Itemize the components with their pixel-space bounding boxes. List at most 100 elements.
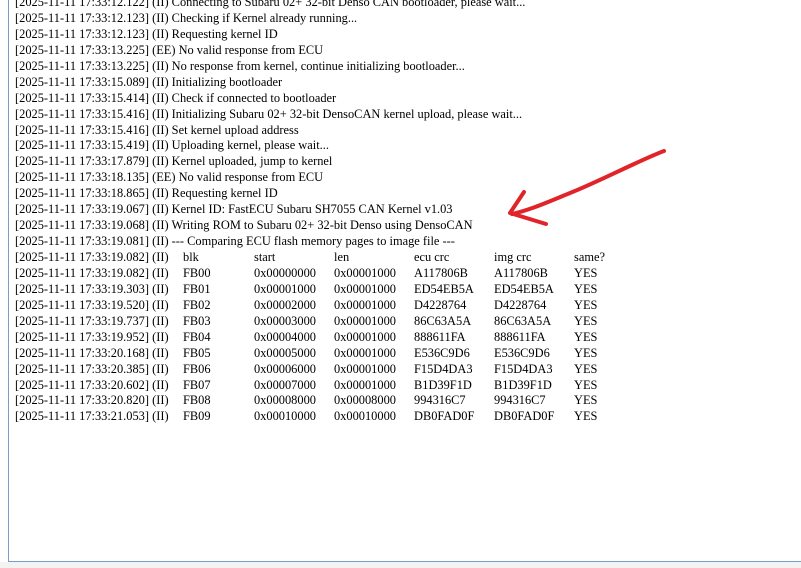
cell-same: YES [574,329,598,344]
cell-len: 0x00008000 [334,393,396,408]
compare-table-row: [2025-11-11 17:33:20.602] (II) FB07 0x00… [15,378,800,394]
cell-same: YES [574,265,598,280]
cell-len: 0x00010000 [334,409,396,424]
log-line: [2025-11-11 17:33:19.081] (II) --- Compa… [15,234,455,249]
cell-same: YES [574,313,598,328]
cell-blk: FB09 [183,409,211,424]
log-prefix: [2025-11-11 17:33:20.602] (II) [15,377,169,392]
log-line-kernel-id: [2025-11-11 17:33:19.067] (II) Kernel ID… [15,202,453,217]
cell-blk: FB01 [183,281,211,296]
compare-table-row: [2025-11-11 17:33:19.082] (II) FB00 0x00… [15,266,800,282]
cell-len: 0x00001000 [334,265,396,280]
log-prefix: [2025-11-11 17:33:21.053] (II) [15,409,169,424]
compare-table-row: [2025-11-11 17:33:20.168] (II) FB05 0x00… [15,346,800,362]
cell-start: 0x00002000 [254,297,316,312]
cell-start: 0x00004000 [254,329,316,344]
log-line: [2025-11-11 17:33:12.122] (II) Connectin… [15,0,526,9]
cell-blk: FB07 [183,377,211,392]
cell-blk: FB06 [183,361,211,376]
log-line: [2025-11-11 17:33:19.068] (II) Writing R… [15,218,473,233]
cell-start: 0x00001000 [254,281,316,296]
compare-table-row: [2025-11-11 17:33:19.303] (II) FB01 0x00… [15,282,800,298]
log-line: [2025-11-11 17:33:15.089] (II) Initializ… [15,74,283,89]
log-prefix: [2025-11-11 17:33:19.082] (II) [15,250,169,264]
cell-ecu-crc: 86C63A5A [414,313,472,328]
cell-same: YES [574,409,598,424]
compare-table-row: [2025-11-11 17:33:19.520] (II) FB02 0x00… [15,298,800,314]
cell-img-crc: 86C63A5A [494,313,552,328]
cell-ecu-crc: D4228764 [414,297,467,312]
cell-ecu-crc: ED54EB5A [414,281,474,296]
cell-start: 0x00000000 [254,265,316,280]
log-prefix: [2025-11-11 17:33:19.737] (II) [15,313,169,328]
compare-table-row: [2025-11-11 17:33:20.385] (II) FB06 0x00… [15,362,800,378]
log-prefix: [2025-11-11 17:33:19.520] (II) [15,297,169,312]
cell-len: 0x00001000 [334,361,396,376]
cell-len: 0x00001000 [334,297,396,312]
log-prefix: [2025-11-11 17:33:20.168] (II) [15,345,169,360]
cell-same: YES [574,361,598,376]
cell-blk: FB08 [183,393,211,408]
log-line: [2025-11-11 17:33:18.135] (EE) No valid … [15,170,324,185]
log-output[interactable]: [2025-11-11 17:33:12.122] (II) Connectin… [15,0,800,425]
cell-len: 0x00001000 [334,329,396,344]
cell-ecu-crc: 994316C7 [414,393,466,408]
cell-same: YES [574,393,598,408]
log-line: [2025-11-11 17:33:13.225] (EE) No valid … [15,42,324,57]
cell-ecu-crc: DB0FAD0F [414,409,475,424]
header-blk: blk [183,250,199,264]
cell-blk: FB04 [183,329,211,344]
cell-len: 0x00001000 [334,281,396,296]
log-line: [2025-11-11 17:33:18.865] (II) Requestin… [15,186,278,201]
log-line: [2025-11-11 17:33:15.419] (II) Uploading… [15,138,329,153]
cell-start: 0x00010000 [254,409,316,424]
log-frame-border-left [8,0,9,562]
log-line: [2025-11-11 17:33:12.123] (II) Checking … [15,10,358,25]
cell-same: YES [574,377,598,392]
compare-table-row: [2025-11-11 17:33:21.053] (II) FB09 0x00… [15,409,800,425]
log-prefix: [2025-11-11 17:33:19.082] (II) [15,265,169,280]
cell-img-crc: B1D39F1D [494,377,552,392]
log-line: [2025-11-11 17:33:15.414] (II) Check if … [15,90,337,105]
header-img-crc: img crc [494,250,532,264]
cell-img-crc: 994316C7 [494,393,546,408]
header-len: len [334,250,350,264]
header-ecu-crc: ecu crc [414,250,450,264]
header-same: same? [574,250,605,264]
cell-len: 0x00001000 [334,377,396,392]
compare-table-row: [2025-11-11 17:33:19.737] (II) FB03 0x00… [15,314,800,330]
log-line: [2025-11-11 17:33:15.416] (II) Initializ… [15,106,523,121]
cell-img-crc: F15D4DA3 [494,361,553,376]
cell-start: 0x00003000 [254,313,316,328]
log-prefix: [2025-11-11 17:33:19.303] (II) [15,281,169,296]
cell-ecu-crc: 888611FA [414,329,466,344]
log-window: [2025-11-11 17:33:12.122] (II) Connectin… [0,0,801,568]
cell-start: 0x00005000 [254,345,316,360]
cell-blk: FB05 [183,345,211,360]
cell-img-crc: A117806B [494,265,548,280]
log-line: [2025-11-11 17:33:17.879] (II) Kernel up… [15,154,333,169]
cell-len: 0x00001000 [334,345,396,360]
header-start: start [254,250,276,264]
cell-blk: FB03 [183,313,211,328]
cell-same: YES [574,281,598,296]
cell-img-crc: DB0FAD0F [494,409,555,424]
cell-start: 0x00006000 [254,361,316,376]
compare-table-header: [2025-11-11 17:33:19.082] (II) blk start… [15,250,800,266]
log-prefix: [2025-11-11 17:33:19.952] (II) [15,329,169,344]
cell-blk: FB02 [183,297,211,312]
log-line: [2025-11-11 17:33:15.416] (II) Set kerne… [15,122,299,137]
cell-ecu-crc: F15D4DA3 [414,361,473,376]
window-bottom-strip [0,562,801,568]
cell-start: 0x00007000 [254,377,316,392]
cell-same: YES [574,345,598,360]
cell-same: YES [574,297,598,312]
cell-img-crc: 888611FA [494,329,546,344]
cell-img-crc: ED54EB5A [494,281,554,296]
log-prefix: [2025-11-11 17:33:20.385] (II) [15,361,169,376]
cell-len: 0x00001000 [334,313,396,328]
log-line: [2025-11-11 17:33:13.225] (II) No respon… [15,58,465,73]
compare-table-row: [2025-11-11 17:33:19.952] (II) FB04 0x00… [15,330,800,346]
log-prefix: [2025-11-11 17:33:20.820] (II) [15,393,169,408]
cell-img-crc: E536C9D6 [494,345,550,360]
